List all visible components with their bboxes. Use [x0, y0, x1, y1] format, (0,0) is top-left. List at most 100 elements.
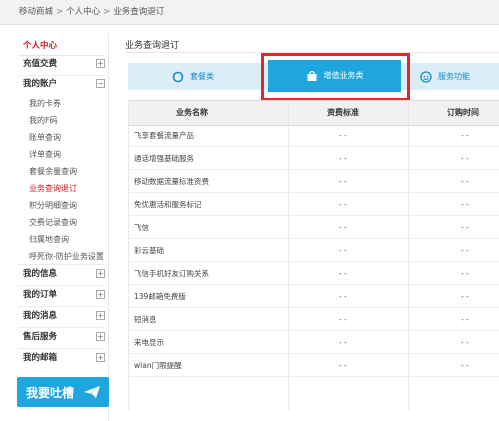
- expand-icon[interactable]: +: [96, 353, 105, 362]
- sidebar: 个人中心 充值交费 + 我的账户 − 我的卡券 我的F码 账单查询 详单查询 套…: [14, 33, 109, 421]
- sidebar-group-label: 我的邮箱: [23, 353, 58, 363]
- table-row: 来电显示 - - - -: [128, 332, 499, 354]
- column-header-name: 业务名称: [176, 108, 208, 117]
- cell-business-name: 彩云基础: [134, 246, 164, 255]
- divider: [18, 75, 104, 76]
- sidebar-item-fcode[interactable]: 我的F码: [29, 115, 58, 126]
- table-row: 免优惠活和服务标记 - - - -: [128, 194, 499, 216]
- cell-order-time: - -: [461, 177, 469, 186]
- feedback-promo-button[interactable]: 我要吐槽: [17, 377, 109, 407]
- cell-order-time: - -: [461, 338, 469, 347]
- column-header-time: 订购时间: [447, 108, 479, 117]
- tab-package[interactable]: 套餐类: [172, 63, 214, 90]
- cell-order-time: - -: [461, 292, 469, 301]
- sidebar-group-label: 我的消息: [23, 311, 58, 321]
- sidebar-group-recharge[interactable]: 充值交费 +: [23, 57, 105, 71]
- cell-order-time: - -: [461, 269, 469, 278]
- divider: [18, 348, 104, 349]
- circle-icon: [172, 71, 184, 82]
- table-row: 139邮箱免费版 - - - -: [128, 286, 499, 308]
- table-header: 业务名称 资费标准 订购时间: [128, 100, 499, 126]
- cell-order-time: - -: [461, 223, 469, 232]
- cell-fee: - -: [339, 223, 347, 232]
- table-row: wlan门限提醒 - - - -: [128, 355, 499, 377]
- tab-service-function[interactable]: 服务功能: [420, 63, 470, 90]
- sidebar-item-business-query[interactable]: 业务查询退订: [29, 183, 77, 194]
- breadcrumb-personal[interactable]: 个人中心: [66, 7, 100, 17]
- divider: [18, 55, 104, 56]
- cell-fee: - -: [339, 292, 347, 301]
- divider: [18, 327, 104, 328]
- expand-icon[interactable]: +: [96, 290, 105, 299]
- sidebar-group-label: 充值交费: [23, 59, 58, 69]
- table-row: 飞享套餐流量产品 - - - -: [128, 125, 499, 147]
- divider: [18, 306, 104, 307]
- expand-icon[interactable]: +: [96, 332, 105, 341]
- expand-icon[interactable]: +: [96, 311, 105, 320]
- table-row: 飞信手机好友订购关系 - - - -: [128, 263, 499, 285]
- cell-business-name: 飞信: [134, 223, 149, 232]
- cell-business-name: 来电显示: [134, 338, 164, 347]
- highlight-annotation: [261, 53, 410, 101]
- divider: [18, 285, 104, 286]
- table-row: 彩云基础 - - - -: [128, 240, 499, 262]
- cell-business-name: 飞信手机好友订购关系: [134, 269, 209, 278]
- tab-label: 套餐类: [190, 72, 214, 81]
- table-row: 飞信 - - - -: [128, 217, 499, 239]
- page-title: 业务查询退订: [125, 41, 180, 51]
- collapse-icon[interactable]: −: [96, 79, 105, 88]
- sidebar-group-aftersales[interactable]: 售后服务 +: [23, 330, 105, 344]
- sidebar-item-points[interactable]: 积分明细查询: [29, 200, 77, 211]
- cell-business-name: 短消息: [134, 315, 157, 324]
- table-row: 短消息 - - - -: [128, 309, 499, 331]
- sidebar-group-orders[interactable]: 我的订单 +: [23, 288, 105, 302]
- expand-icon[interactable]: +: [96, 59, 105, 68]
- cell-order-time: - -: [461, 361, 469, 370]
- cell-business-name: 移动数据流量标准资费: [134, 177, 209, 186]
- cell-business-name: wlan门限提醒: [134, 361, 182, 370]
- service-icon: [420, 70, 432, 83]
- breadcrumb-current: 业务查询退订: [113, 7, 165, 17]
- sidebar-group-info[interactable]: 我的信息 +: [23, 267, 105, 281]
- expand-icon[interactable]: +: [96, 269, 105, 278]
- cell-order-time: - -: [461, 246, 469, 255]
- cell-fee: - -: [339, 361, 347, 370]
- cell-order-time: - -: [461, 315, 469, 324]
- cell-order-time: - -: [461, 154, 469, 163]
- sidebar-item-coupons[interactable]: 我的卡券: [29, 98, 61, 109]
- cell-business-name: 飞享套餐流量产品: [134, 131, 194, 140]
- column-header-fee: 资费标准: [327, 108, 359, 117]
- sidebar-group-mailbox[interactable]: 我的邮箱 +: [23, 351, 105, 365]
- cell-business-name: 通话增强基础服务: [134, 154, 194, 163]
- sidebar-item-bill[interactable]: 账单查询: [29, 132, 61, 143]
- breadcrumb-separator: >: [103, 7, 111, 17]
- sidebar-item-location[interactable]: 归属地查询: [29, 234, 69, 245]
- tab-label: 服务功能: [438, 72, 470, 81]
- cell-fee: - -: [339, 177, 347, 186]
- feedback-promo-label: 我要吐槽: [26, 386, 75, 400]
- breadcrumb-separator: >: [56, 7, 64, 17]
- divider: [18, 264, 104, 265]
- sidebar-group-messages[interactable]: 我的消息 +: [23, 309, 105, 323]
- sidebar-group-label: 售后服务: [23, 332, 58, 342]
- cell-order-time: - -: [461, 200, 469, 209]
- sidebar-item-detail[interactable]: 详单查询: [29, 149, 61, 160]
- sidebar-item-call-protection[interactable]: 呼死你-防护业务设置: [29, 251, 104, 262]
- cell-fee: - -: [339, 338, 347, 347]
- sidebar-group-label: 我的订单: [23, 290, 58, 300]
- paper-plane-icon: [84, 386, 100, 398]
- sidebar-group-label: 我的账户: [23, 79, 58, 89]
- sidebar-group-label: 我的信息: [23, 269, 58, 279]
- cell-business-name: 139邮箱免费版: [134, 292, 186, 301]
- cell-fee: - -: [339, 200, 347, 209]
- sidebar-item-payment-records[interactable]: 交费记录查询: [29, 217, 77, 228]
- table-row: 移动数据流量标准资费 - - - -: [128, 171, 499, 193]
- sidebar-group-account[interactable]: 我的账户 −: [23, 77, 105, 91]
- cell-business-name: 免优惠活和服务标记: [134, 200, 202, 209]
- cell-fee: - -: [339, 269, 347, 278]
- sidebar-item-package-balance[interactable]: 套餐余量查询: [29, 166, 77, 177]
- breadcrumb: 移动商城 > 个人中心 > 业务查询退订: [0, 0, 499, 25]
- breadcrumb-home[interactable]: 移动商城: [19, 7, 53, 17]
- cell-order-time: - -: [461, 131, 469, 140]
- sidebar-title[interactable]: 个人中心: [23, 39, 57, 51]
